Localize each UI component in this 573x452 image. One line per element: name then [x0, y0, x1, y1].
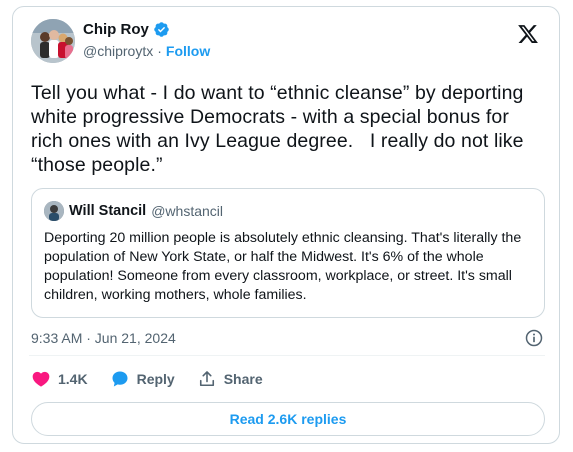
reply-button[interactable]: Reply: [110, 369, 175, 389]
tweet-timestamp[interactable]: 9:33 AM · Jun 21, 2024: [31, 330, 176, 346]
share-button[interactable]: Share: [197, 369, 263, 389]
tweet-card: Chip Roy @chiproytx · Follow Tell you wh…: [12, 6, 560, 444]
share-icon: [199, 371, 214, 387]
author-name-row: Chip Roy: [83, 21, 170, 38]
read-replies-button[interactable]: Read 2.6K replies: [31, 402, 545, 436]
quoted-tweet-header: Will Stancil @whstancil: [44, 201, 223, 221]
quoted-author-handle: @whstancil: [151, 203, 224, 219]
heart-icon: [32, 371, 50, 387]
quoted-author-avatar-image: [44, 201, 64, 221]
quoted-tweet[interactable]: Will Stancil @whstancil Deporting 20 mil…: [31, 188, 545, 318]
author-handle[interactable]: @chiproytx: [83, 43, 153, 59]
timestamp-row: 9:33 AM · Jun 21, 2024: [31, 327, 546, 349]
reply-bubble-icon: [112, 371, 128, 387]
info-icon[interactable]: [524, 328, 544, 348]
tweet-header: Chip Roy @chiproytx · Follow: [31, 17, 543, 67]
quoted-author-name: Will Stancil: [69, 203, 147, 219]
tweet-text: Tell you what - I do want to “ethnic cle…: [31, 82, 530, 176]
author-handle-row: @chiproytx · Follow: [83, 43, 210, 59]
action-bar: 1.4K Reply Share: [31, 367, 285, 391]
author-name[interactable]: Chip Roy: [83, 21, 149, 38]
author-avatar[interactable]: [31, 19, 75, 63]
quoted-author-avatar: [44, 201, 64, 221]
reply-label: Reply: [136, 371, 175, 387]
x-logo-icon[interactable]: [517, 23, 539, 45]
handle-separator: ·: [157, 43, 162, 59]
author-avatar-image: [31, 19, 75, 63]
follow-button[interactable]: Follow: [166, 43, 210, 59]
verified-badge-icon: [154, 22, 169, 37]
share-label: Share: [223, 371, 263, 387]
like-count: 1.4K: [58, 371, 88, 387]
divider: [29, 355, 545, 356]
like-button[interactable]: 1.4K: [31, 369, 88, 389]
quoted-tweet-text: Deporting 20 million people is absolutel…: [44, 230, 526, 303]
